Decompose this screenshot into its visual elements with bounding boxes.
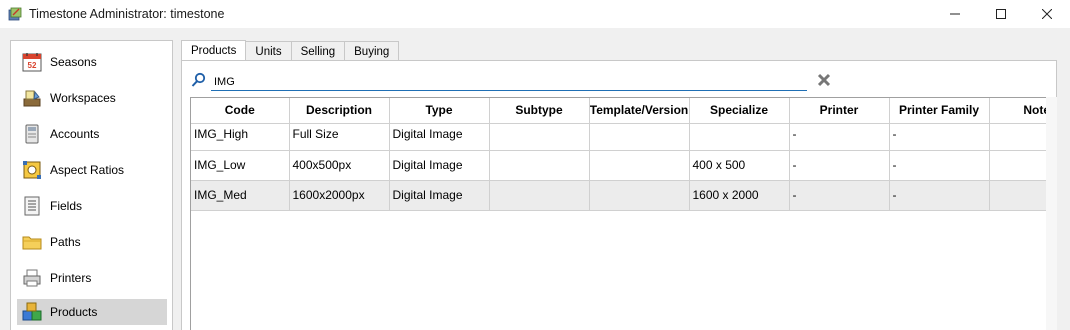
cell-description: Full Size: [289, 123, 390, 151]
sidebar-item-seasons[interactable]: 52 Seasons: [17, 49, 167, 75]
search-icon: [191, 72, 207, 88]
printer-icon: [22, 268, 42, 288]
table-row[interactable]: IMG_Med 1600x2000px Digital Image 1600 x…: [191, 180, 1046, 211]
sidebar-item-label: Products: [50, 305, 98, 319]
sidebar-item-paths[interactable]: Paths: [17, 229, 167, 255]
cell-notes: [989, 123, 1046, 151]
cell-specialize: 1600 x 2000: [689, 180, 790, 211]
products-grid: Code Description Type Subtype Template/V…: [190, 97, 1047, 330]
sidebar-item-label: Aspect Ratios: [50, 163, 125, 177]
close-button[interactable]: [1024, 0, 1070, 28]
sidebar: 52 Seasons Workspaces Accounts Aspect Ra…: [10, 40, 173, 330]
tab-selling[interactable]: Selling: [290, 41, 346, 61]
cell-template-version: [589, 123, 690, 151]
sidebar-item-accounts[interactable]: Accounts: [17, 121, 167, 147]
workspaces-icon: [22, 88, 42, 108]
tab-bar: Products Units Selling Buying: [181, 40, 400, 61]
cell-printer: -: [789, 123, 890, 151]
accounts-icon: [22, 124, 42, 144]
sidebar-item-fields[interactable]: Fields: [17, 193, 167, 219]
column-header-notes[interactable]: Notes: [989, 98, 1046, 124]
search-input[interactable]: [211, 71, 807, 91]
cell-printer-family: -: [889, 123, 990, 151]
cell-type: Digital Image: [389, 180, 490, 211]
sidebar-item-label: Paths: [50, 235, 81, 249]
column-header-template-version[interactable]: Template/Version: [589, 98, 690, 124]
column-header-specialize[interactable]: Specialize: [689, 98, 790, 124]
sidebar-item-label: Workspaces: [50, 91, 116, 105]
cell-printer: -: [789, 180, 890, 211]
column-header-subtype[interactable]: Subtype: [489, 98, 590, 124]
close-icon: [1042, 9, 1052, 19]
cell-printer-family: -: [889, 180, 990, 211]
cell-subtype: [489, 180, 590, 211]
table-row[interactable]: IMG_High Full Size Digital Image - -: [191, 123, 1046, 151]
column-header-code[interactable]: Code: [191, 98, 290, 124]
sidebar-item-products[interactable]: Products: [17, 299, 167, 325]
cell-description: 1600x2000px: [289, 180, 390, 211]
cell-description: 400x500px: [289, 150, 390, 181]
cell-type: Digital Image: [389, 150, 490, 181]
sidebar-item-printers[interactable]: Printers: [17, 265, 167, 291]
table-row[interactable]: IMG_Low 400x500px Digital Image 400 x 50…: [191, 150, 1046, 181]
calendar-badge: 52: [28, 61, 37, 70]
tab-units[interactable]: Units: [245, 41, 292, 61]
cell-code: IMG_High: [191, 123, 290, 151]
sidebar-item-label: Fields: [50, 199, 83, 213]
grid-header-row: Code Description Type Subtype Template/V…: [191, 98, 1046, 124]
clear-search-icon[interactable]: [816, 72, 832, 88]
vertical-scrollbar[interactable]: [1046, 97, 1057, 330]
title-bar: Timestone Administrator: timestone: [0, 0, 1070, 28]
tab-products[interactable]: Products: [181, 40, 247, 61]
sidebar-item-aspect-ratios[interactable]: Aspect Ratios: [17, 157, 167, 183]
cell-type: Digital Image: [389, 123, 490, 151]
column-header-printer[interactable]: Printer: [789, 98, 890, 124]
maximize-button[interactable]: [978, 0, 1024, 28]
sidebar-item-label: Printers: [50, 271, 92, 285]
products-icon: [22, 302, 42, 322]
sidebar-item-workspaces[interactable]: Workspaces: [17, 85, 167, 111]
column-header-type[interactable]: Type: [389, 98, 490, 124]
cell-printer: -: [789, 150, 890, 181]
sidebar-item-label: Seasons: [50, 55, 97, 69]
cell-code: IMG_Med: [191, 180, 290, 211]
column-header-printer-family[interactable]: Printer Family: [889, 98, 990, 124]
cell-specialize: [689, 123, 790, 151]
folder-icon: [22, 232, 42, 252]
minimize-button[interactable]: [932, 0, 978, 28]
calendar-icon: 52: [22, 52, 42, 72]
cell-notes: [989, 150, 1046, 181]
maximize-icon: [996, 9, 1006, 19]
cell-printer-family: -: [889, 150, 990, 181]
tab-buying[interactable]: Buying: [344, 41, 400, 61]
app-icon: [8, 7, 22, 21]
sidebar-item-label: Accounts: [50, 127, 100, 141]
cell-template-version: [589, 180, 690, 211]
cell-template-version: [589, 150, 690, 181]
cell-code: IMG_Low: [191, 150, 290, 181]
cell-subtype: [489, 150, 590, 181]
column-header-description[interactable]: Description: [289, 98, 390, 124]
minimize-icon: [950, 13, 960, 15]
fields-icon: [22, 196, 42, 216]
cell-notes: [989, 180, 1046, 211]
cell-specialize: 400 x 500: [689, 150, 790, 181]
window-title: Timestone Administrator: timestone: [29, 7, 225, 21]
cell-subtype: [489, 123, 590, 151]
aspect-ratio-icon: [22, 160, 42, 180]
